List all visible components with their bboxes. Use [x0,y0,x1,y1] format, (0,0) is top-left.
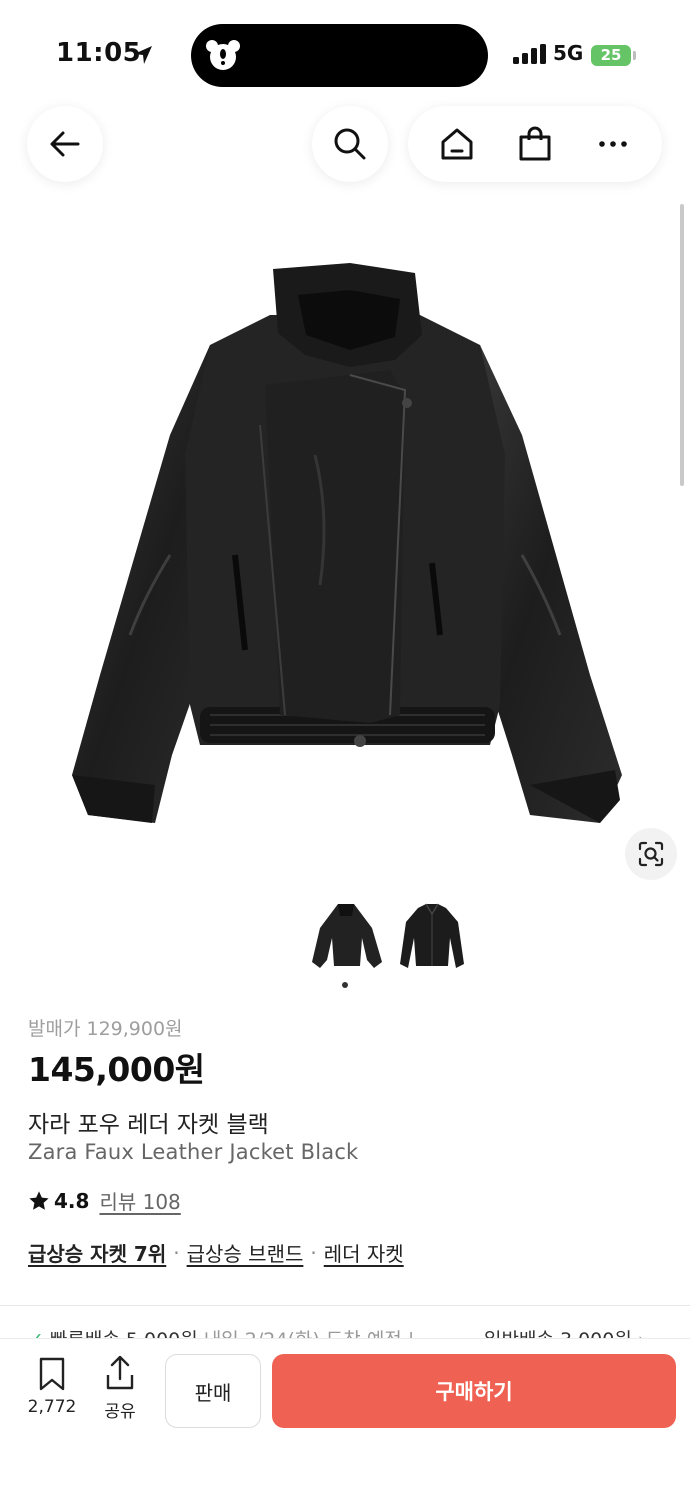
current-price: 145,000원 [28,1050,205,1089]
location-arrow-icon [134,46,152,64]
cart-button[interactable] [505,114,565,174]
rating-value: 4.8 [54,1188,90,1213]
tag-separator: · [173,1240,180,1265]
tag-brand[interactable]: 급상승 브랜드 [187,1238,304,1267]
bookmark-count: 2,772 [27,1397,77,1417]
shopping-bag-icon [519,126,551,161]
product-image[interactable] [60,255,630,835]
status-bar: 11:05 5G 25 [0,0,690,100]
home-icon [441,128,473,160]
more-icon [599,141,627,147]
bottom-action-bar: 2,772 공유 판매 구매하기 [0,1338,690,1500]
battery-indicator: 25 [591,45,631,66]
tag-row: 급상승 자켓 7위 · 급상승 브랜드 · 레더 자켓 [28,1238,404,1267]
battery-cap [633,51,636,60]
share-icon [106,1355,134,1390]
thumbnail-1[interactable] [310,898,382,976]
tag-category[interactable]: 레더 자켓 [324,1238,404,1267]
tag-separator: · [310,1240,317,1265]
nav-action-group [408,106,662,182]
search-icon [334,128,366,160]
dynamic-island [191,24,488,87]
review-link[interactable]: 리뷰 108 [99,1186,180,1215]
bookmark-icon [39,1357,65,1391]
share-button[interactable]: 공유 [94,1355,146,1422]
app-mascot-icon [206,40,240,70]
more-button[interactable] [583,114,643,174]
section-divider [0,1305,690,1306]
status-time: 11:05 [56,38,142,68]
star-icon [29,1190,49,1210]
release-price: 발매가 129,900원 [28,1018,183,1040]
carousel-indicator [342,982,348,988]
page-scrollbar[interactable] [680,204,684,486]
network-type: 5G [553,41,584,65]
sell-button[interactable]: 판매 [165,1354,261,1428]
home-button[interactable] [427,114,487,174]
back-button[interactable] [27,106,103,182]
search-button[interactable] [312,106,388,182]
thumbnail-2[interactable] [396,898,468,976]
image-search-button[interactable] [625,828,677,880]
lens-icon [638,841,664,867]
buy-button[interactable]: 구매하기 [272,1354,676,1428]
product-name-en: Zara Faux Leather Jacket Black [28,1140,359,1164]
rating-row: 4.8 리뷰 108 [28,1186,181,1215]
bookmark-button[interactable]: 2,772 [22,1357,82,1417]
image-thumbnails [310,898,470,976]
product-name-ko: 자라 포우 레더 자켓 블랙 [28,1112,269,1138]
signal-icon [513,44,546,64]
share-label: 공유 [104,1402,136,1422]
tag-ranking[interactable]: 급상승 자켓 7위 [28,1238,166,1267]
back-arrow-icon [50,131,80,157]
